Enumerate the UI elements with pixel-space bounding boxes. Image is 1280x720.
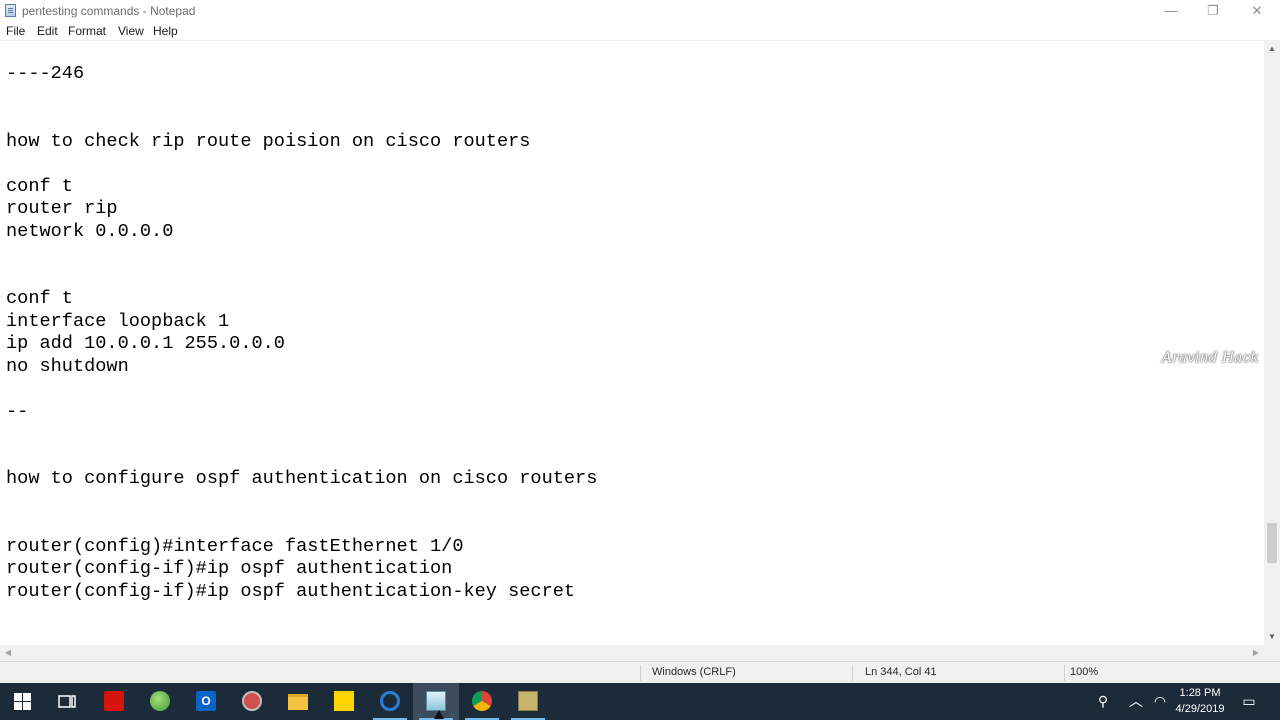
chrome-icon bbox=[472, 691, 492, 711]
text-line: router(config)#interface fastEthernet 1/… bbox=[6, 536, 464, 557]
watermark-signature: Aravind Hack bbox=[1162, 350, 1259, 366]
scroll-up-arrow-icon[interactable]: ▲ bbox=[1264, 41, 1280, 57]
outlook-icon: O bbox=[196, 691, 216, 711]
file-explorer-icon bbox=[288, 694, 308, 710]
chevron-up-icon[interactable]: ︿ bbox=[1127, 692, 1145, 710]
clock-time[interactable]: 1:28 PM bbox=[1160, 687, 1240, 699]
sticky-notes-icon bbox=[334, 691, 354, 711]
title-bar: pentesting commands - Notepad — ❐ ✕ bbox=[0, 0, 1280, 22]
task-view-button[interactable] bbox=[44, 683, 90, 720]
start-button[interactable] bbox=[0, 683, 46, 720]
taskbar: O ⚲ ︿ ◠ 1:28 PM 4/29/2019 ▭ bbox=[0, 683, 1280, 720]
text-line: router rip bbox=[6, 198, 118, 219]
taskbar-app-outlook[interactable]: O bbox=[183, 683, 229, 720]
globe-icon bbox=[150, 691, 170, 711]
mouse-cursor-icon bbox=[434, 710, 444, 719]
vertical-scrollbar[interactable]: ▲ ▼ bbox=[1264, 41, 1280, 645]
vertical-scroll-thumb[interactable] bbox=[1267, 523, 1277, 563]
clock-date[interactable]: 4/29/2019 bbox=[1160, 703, 1240, 715]
taskbar-app-chrome[interactable] bbox=[459, 683, 505, 720]
taskbar-app-control-panel[interactable] bbox=[505, 683, 551, 720]
cursor-position-status: Ln 344, Col 41 bbox=[865, 666, 937, 678]
menu-view[interactable]: View bbox=[118, 24, 144, 38]
horizontal-scrollbar[interactable]: ◀ ▶ bbox=[0, 645, 1264, 661]
zoom-status: 100% bbox=[1070, 666, 1099, 678]
menu-help[interactable]: Help bbox=[153, 24, 178, 38]
restore-button[interactable]: ❐ bbox=[1190, 0, 1236, 22]
text-line: network 0.0.0.0 bbox=[6, 221, 174, 242]
taskbar-app-sticky-notes[interactable] bbox=[321, 683, 367, 720]
text-line: ip add 10.0.0.1 255.0.0.0 bbox=[6, 333, 285, 354]
menu-bar: File Edit Format View Help bbox=[0, 22, 1280, 41]
text-line: how to configure ospf authentication on … bbox=[6, 468, 598, 489]
taskbar-app-network-tool[interactable] bbox=[229, 683, 275, 720]
acrobat-icon bbox=[104, 691, 124, 711]
taskbar-app-edge[interactable] bbox=[367, 683, 413, 720]
menu-format[interactable]: Format bbox=[68, 24, 106, 38]
windows-logo-icon bbox=[14, 693, 31, 710]
control-panel-icon bbox=[518, 691, 538, 711]
taskbar-app-acrobat[interactable] bbox=[91, 683, 137, 720]
scroll-left-arrow-icon[interactable]: ◀ bbox=[0, 645, 16, 661]
text-line: interface loopback 1 bbox=[6, 311, 230, 332]
taskbar-app-file-explorer[interactable] bbox=[275, 683, 321, 720]
text-line: conf t bbox=[6, 176, 73, 197]
network-tool-icon bbox=[242, 691, 262, 711]
status-divider bbox=[852, 665, 853, 681]
line-ending-status: Windows (CRLF) bbox=[652, 666, 736, 678]
menu-file[interactable]: File bbox=[6, 24, 25, 38]
text-line: how to check rip route poision on cisco … bbox=[6, 131, 531, 152]
text-line: router(config-if)#ip ospf authentication… bbox=[6, 581, 576, 602]
text-line: router(config-if)#ip ospf authentication bbox=[6, 558, 453, 579]
notifications-icon[interactable]: ▭ bbox=[1240, 692, 1258, 710]
taskbar-app-globe[interactable] bbox=[137, 683, 183, 720]
edge-browser-icon bbox=[380, 691, 400, 711]
scrollbar-corner bbox=[1264, 645, 1280, 661]
status-bar: Windows (CRLF) Ln 344, Col 41 100% bbox=[0, 661, 1280, 683]
status-divider bbox=[1064, 665, 1065, 681]
menu-edit[interactable]: Edit bbox=[37, 24, 58, 38]
minimize-button[interactable]: — bbox=[1148, 0, 1194, 22]
scroll-down-arrow-icon[interactable]: ▼ bbox=[1264, 629, 1280, 645]
window-title: pentesting commands - Notepad bbox=[22, 4, 196, 18]
text-line: ----246 bbox=[6, 63, 85, 84]
close-button[interactable]: ✕ bbox=[1234, 0, 1280, 22]
notepad-icon bbox=[5, 4, 16, 17]
scroll-right-arrow-icon[interactable]: ▶ bbox=[1248, 645, 1264, 661]
task-view-icon bbox=[58, 695, 76, 708]
text-line: conf t bbox=[6, 288, 73, 309]
notepad-icon bbox=[426, 691, 446, 711]
status-divider bbox=[640, 665, 641, 681]
text-editor[interactable]: ----246 how to check rip route poision o… bbox=[0, 41, 1264, 645]
people-icon[interactable]: ⚲ bbox=[1094, 692, 1112, 710]
text-line: no shutdown bbox=[6, 356, 129, 377]
text-line: -- bbox=[6, 401, 29, 422]
